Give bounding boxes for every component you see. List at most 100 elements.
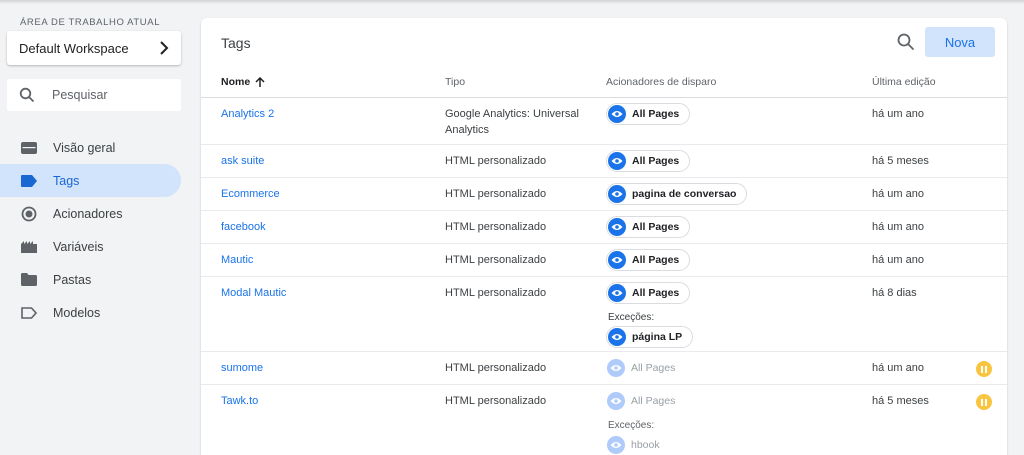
table-row[interactable]: Modal Mautic HTML personalizado All Page…: [201, 277, 1007, 352]
sidebar-item-label: Acionadores: [53, 206, 123, 221]
eye-icon: [608, 328, 626, 346]
tag-name-link[interactable]: facebook: [221, 221, 266, 233]
tag-type: HTML personalizado: [445, 221, 547, 233]
pause-icon[interactable]: [976, 361, 992, 377]
pause-icon[interactable]: [976, 394, 992, 410]
exceptions-label: Exceções:: [608, 420, 655, 431]
folder-icon: [20, 271, 38, 289]
sidebar-search[interactable]: [7, 79, 181, 111]
workspace-label: ÁREA DE TRABALHO ATUAL: [20, 17, 161, 28]
tag-type: HTML personalizado: [445, 362, 547, 374]
tag-type: HTML personalizado: [445, 395, 547, 407]
page-title: Tags: [221, 35, 251, 51]
eye-icon: [607, 436, 625, 454]
tag-name-link[interactable]: sumome: [221, 362, 263, 374]
trigger-chip[interactable]: All Pages: [606, 216, 691, 238]
last-edit-value: há um ano: [872, 221, 924, 233]
overview-icon: [20, 139, 38, 157]
table-row[interactable]: facebook HTML personalizado All Pages há…: [201, 211, 1007, 244]
tag-name-link[interactable]: Modal Mautic: [221, 287, 286, 299]
new-tag-button[interactable]: Nova: [925, 27, 995, 57]
sidebar-item-variables[interactable]: Variáveis: [0, 230, 181, 263]
table-row[interactable]: ask suite HTML personalizado All Pages h…: [201, 145, 1007, 178]
sidebar-nav: Visão geral Tags Acionadores Variáveis P…: [0, 131, 196, 329]
table-row[interactable]: sumome HTML personalizado All Pages há u…: [201, 352, 1007, 385]
trigger-chip[interactable]: All Pages: [606, 103, 691, 125]
trigger-chip[interactable]: pagina de conversao: [606, 183, 748, 205]
sidebar-item-folders[interactable]: Pastas: [0, 263, 181, 296]
trigger-icon: [20, 205, 38, 223]
column-header-name[interactable]: Nome: [221, 76, 265, 88]
eye-icon: [608, 284, 626, 302]
eye-icon: [607, 392, 625, 410]
last-edit-value: há 5 meses: [872, 395, 929, 407]
tag-type: Google Analytics: Universal Analytics: [445, 108, 579, 136]
trigger-cell: pagina de conversao: [606, 183, 748, 205]
trigger-chip[interactable]: All Pages: [606, 249, 691, 271]
tag-type: HTML personalizado: [445, 155, 547, 167]
tag-icon: [20, 172, 38, 190]
workspace-selector[interactable]: Default Workspace: [7, 31, 181, 65]
eye-icon: [608, 152, 626, 170]
last-edit-value: há 8 dias: [872, 287, 917, 299]
column-header-type[interactable]: Tipo: [445, 76, 465, 88]
search-icon[interactable]: [896, 32, 916, 52]
eye-icon: [608, 105, 626, 123]
table-row[interactable]: Ecommerce HTML personalizado pagina de c…: [201, 178, 1007, 211]
trigger-cell: All Pages Exceções: página LP: [606, 282, 694, 348]
tag-name-link[interactable]: Analytics 2: [221, 108, 274, 120]
sidebar-item-tags[interactable]: Tags: [0, 164, 181, 197]
sidebar-item-triggers[interactable]: Acionadores: [0, 197, 181, 230]
table-row[interactable]: Mautic HTML personalizado All Pages há u…: [201, 244, 1007, 277]
tag-name-link[interactable]: ask suite: [221, 155, 264, 167]
last-edit-value: há um ano: [872, 362, 924, 374]
eye-icon: [607, 359, 625, 377]
last-edit-value: há um ano: [872, 254, 924, 266]
last-edit-value: há um ano: [872, 108, 924, 120]
tag-type: HTML personalizado: [445, 287, 547, 299]
trigger-chip[interactable]: All Pages: [606, 282, 691, 304]
column-header-triggers[interactable]: Acionadores de disparo: [606, 76, 716, 88]
arrow-up-icon: [255, 76, 265, 87]
chevron-right-icon: [160, 41, 169, 55]
trigger-cell: All Pages: [606, 216, 691, 238]
trigger-cell: All Pages: [606, 249, 691, 271]
last-edit-value: há um ano: [872, 188, 924, 200]
sidebar-item-label: Tags: [53, 173, 80, 188]
workspace-name: Default Workspace: [19, 40, 129, 56]
exceptions-label: Exceções:: [608, 312, 655, 323]
sidebar-item-templates[interactable]: Modelos: [0, 296, 181, 329]
exception-chip[interactable]: hbook: [606, 434, 670, 455]
variables-icon: [20, 238, 38, 256]
sidebar: ÁREA DE TRABALHO ATUAL Default Workspace…: [0, 0, 196, 455]
trigger-chip[interactable]: All Pages: [606, 390, 686, 412]
trigger-chip[interactable]: All Pages: [606, 357, 686, 379]
sidebar-item-overview[interactable]: Visão geral: [0, 131, 181, 164]
sidebar-item-label: Pastas: [53, 272, 92, 287]
tag-name-link[interactable]: Ecommerce: [221, 188, 280, 200]
sidebar-item-label: Visão geral: [53, 140, 116, 155]
tags-table: Analytics 2 Google Analytics: Universal …: [201, 98, 1007, 455]
column-header-last-edit[interactable]: Última edição: [872, 76, 936, 88]
sidebar-item-label: Variáveis: [53, 239, 104, 254]
sidebar-search-input[interactable]: [52, 88, 162, 102]
trigger-cell: All Pages Exceções: hbook: [606, 390, 686, 455]
tag-type: HTML personalizado: [445, 254, 547, 266]
tag-name-link[interactable]: Tawk.to: [221, 395, 258, 407]
tags-panel: Tags Nova Nome Tipo Acionadores de dispa…: [201, 18, 1007, 455]
eye-icon: [608, 251, 626, 269]
tag-type: HTML personalizado: [445, 188, 547, 200]
trigger-chip[interactable]: All Pages: [606, 150, 691, 172]
table-row[interactable]: Tawk.to HTML personalizado All Pages Exc…: [201, 385, 1007, 455]
search-icon: [19, 87, 35, 103]
sidebar-item-label: Modelos: [53, 305, 101, 320]
last-edit-value: há 5 meses: [872, 155, 929, 167]
eye-icon: [608, 218, 626, 236]
trigger-cell: All Pages: [606, 103, 691, 125]
exception-chip[interactable]: página LP: [606, 326, 694, 348]
trigger-cell: All Pages: [606, 357, 686, 379]
table-row[interactable]: Analytics 2 Google Analytics: Universal …: [201, 98, 1007, 145]
trigger-cell: All Pages: [606, 150, 691, 172]
eye-icon: [608, 185, 626, 203]
tag-name-link[interactable]: Mautic: [221, 254, 253, 266]
